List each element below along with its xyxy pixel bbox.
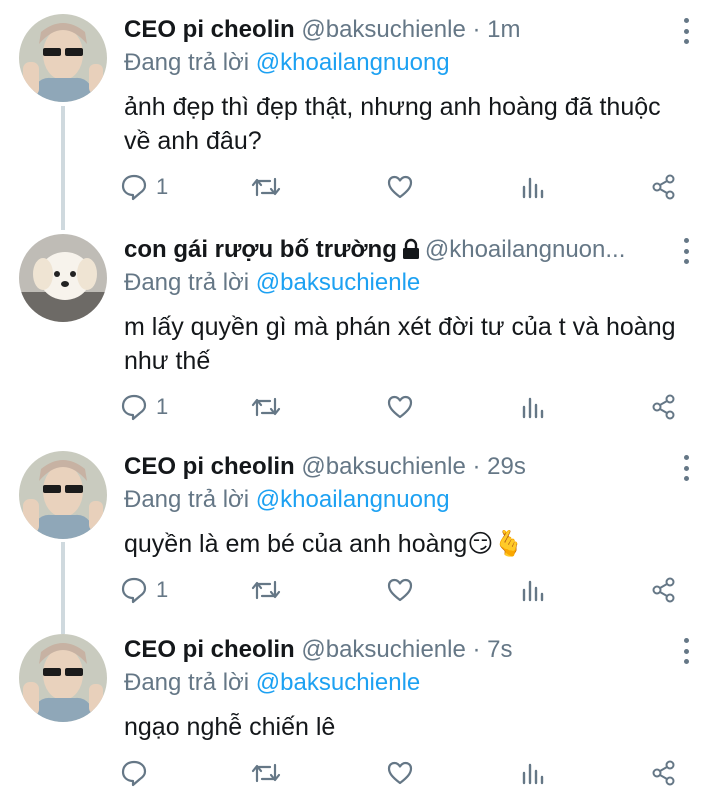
tweet-text: ngạo nghễ chiến lê [124, 713, 336, 741]
tweet[interactable]: CEO pi cheolin @baksuchienle · 1m Đang t… [0, 14, 720, 214]
user-handle[interactable]: @baksuchienle [301, 16, 465, 43]
tweet-text: ảnh đẹp thì đẹp thật, nhưng anh hoàng đã… [124, 93, 661, 155]
like-icon [387, 175, 413, 199]
retweet-button[interactable] [250, 756, 282, 790]
tweet-header: con gái rượu bố trường @khoailangnuon... [124, 234, 660, 269]
reply-icon [121, 394, 147, 421]
more-icon[interactable] [682, 18, 690, 44]
mention-link[interactable]: @baksuchienle [256, 269, 420, 296]
tweet-header: CEO pi cheolin @baksuchienle · 29s [124, 451, 660, 483]
reply-count: 1 [156, 394, 169, 419]
more-icon[interactable] [682, 638, 690, 664]
user-handle[interactable]: @khoailangnuon... [425, 236, 626, 263]
tweet[interactable]: CEO pi cheolin @baksuchienle · 29s Đang … [0, 451, 720, 611]
views-button[interactable] [520, 390, 546, 424]
display-name[interactable]: CEO pi cheolin [124, 636, 295, 663]
like-button[interactable] [386, 390, 414, 424]
mention-link[interactable]: @baksuchienle [256, 669, 420, 696]
avatar[interactable] [19, 14, 107, 102]
replying-label: Đang trả lời [124, 269, 250, 296]
user-handle[interactable]: @baksuchienle [301, 636, 465, 663]
avatar[interactable] [19, 451, 107, 539]
avatar[interactable] [19, 234, 107, 322]
retweet-button[interactable] [250, 390, 282, 424]
share-button[interactable] [650, 170, 678, 204]
reply-icon [121, 760, 147, 787]
more-icon[interactable] [682, 238, 690, 264]
replying-label: Đang trả lời [124, 669, 250, 696]
share-button[interactable] [650, 390, 678, 424]
display-name[interactable]: CEO pi cheolin [124, 16, 295, 43]
action-bar [118, 756, 700, 790]
share-button[interactable] [650, 756, 678, 790]
replying-to: Đang trả lời @khoailangnuong [124, 484, 450, 516]
retweet-icon [251, 177, 281, 197]
reply-count: 1 [156, 174, 169, 199]
tweet-text: quyền là em bé của anh hoàng😏🫰 [124, 530, 525, 558]
replying-to: Đang trả lời @baksuchienle [124, 667, 420, 699]
replying-to: Đang trả lời @baksuchienle [124, 267, 420, 299]
retweet-icon [251, 397, 281, 417]
reply-icon [121, 577, 147, 604]
views-button[interactable] [520, 573, 546, 607]
share-icon [652, 760, 675, 786]
like-icon [387, 578, 413, 602]
separator: · [472, 453, 481, 480]
user-handle[interactable]: @baksuchienle [301, 453, 465, 480]
like-icon [387, 395, 413, 419]
reply-button[interactable]: 1 [120, 390, 168, 424]
separator: · [472, 16, 481, 43]
mention-link[interactable]: @khoailangnuong [256, 49, 450, 76]
views-icon [522, 580, 544, 602]
action-bar: 1 [118, 390, 700, 424]
like-button[interactable] [386, 573, 414, 607]
tweet[interactable]: con gái rượu bố trường @khoailangnuon... … [0, 234, 720, 434]
tweet[interactable]: CEO pi cheolin @baksuchienle · 7s Đang t… [0, 634, 720, 800]
like-icon [387, 761, 413, 785]
separator: · [472, 636, 481, 663]
replying-label: Đang trả lời [124, 486, 250, 513]
timestamp[interactable]: 29s [487, 453, 526, 480]
share-icon [652, 577, 675, 603]
views-icon [522, 397, 544, 419]
views-icon [522, 763, 544, 785]
more-icon[interactable] [682, 455, 690, 481]
tweet-header: CEO pi cheolin @baksuchienle · 1m [124, 14, 660, 46]
share-icon [652, 174, 675, 200]
views-button[interactable] [520, 756, 546, 790]
retweet-button[interactable] [250, 573, 282, 607]
reply-icon [121, 174, 147, 201]
reply-button[interactable]: 1 [120, 573, 168, 607]
retweet-icon [251, 763, 281, 783]
views-icon [522, 177, 544, 199]
like-button[interactable] [386, 170, 414, 204]
retweet-icon [251, 580, 281, 600]
views-button[interactable] [520, 170, 546, 204]
reply-button[interactable]: 1 [120, 170, 168, 204]
avatar[interactable] [19, 634, 107, 722]
action-bar: 1 [118, 170, 700, 204]
replying-to: Đang trả lời @khoailangnuong [124, 47, 450, 79]
action-bar: 1 [118, 573, 700, 607]
replying-label: Đang trả lời [124, 49, 250, 76]
retweet-button[interactable] [250, 170, 282, 204]
tweet-text: m lấy quyền gì mà phán xét đời tư của t … [124, 313, 676, 375]
mention-link[interactable]: @khoailangnuong [256, 486, 450, 513]
like-button[interactable] [386, 756, 414, 790]
timestamp[interactable]: 7s [487, 636, 512, 663]
reply-button[interactable] [120, 756, 156, 790]
reply-count: 1 [156, 577, 169, 602]
display-name[interactable]: con gái rượu bố trường [124, 236, 397, 263]
share-button[interactable] [650, 573, 678, 607]
timestamp[interactable]: 1m [487, 16, 520, 43]
display-name[interactable]: CEO pi cheolin [124, 453, 295, 480]
share-icon [652, 394, 675, 420]
tweet-header: CEO pi cheolin @baksuchienle · 7s [124, 634, 660, 666]
lock-icon [401, 237, 421, 269]
